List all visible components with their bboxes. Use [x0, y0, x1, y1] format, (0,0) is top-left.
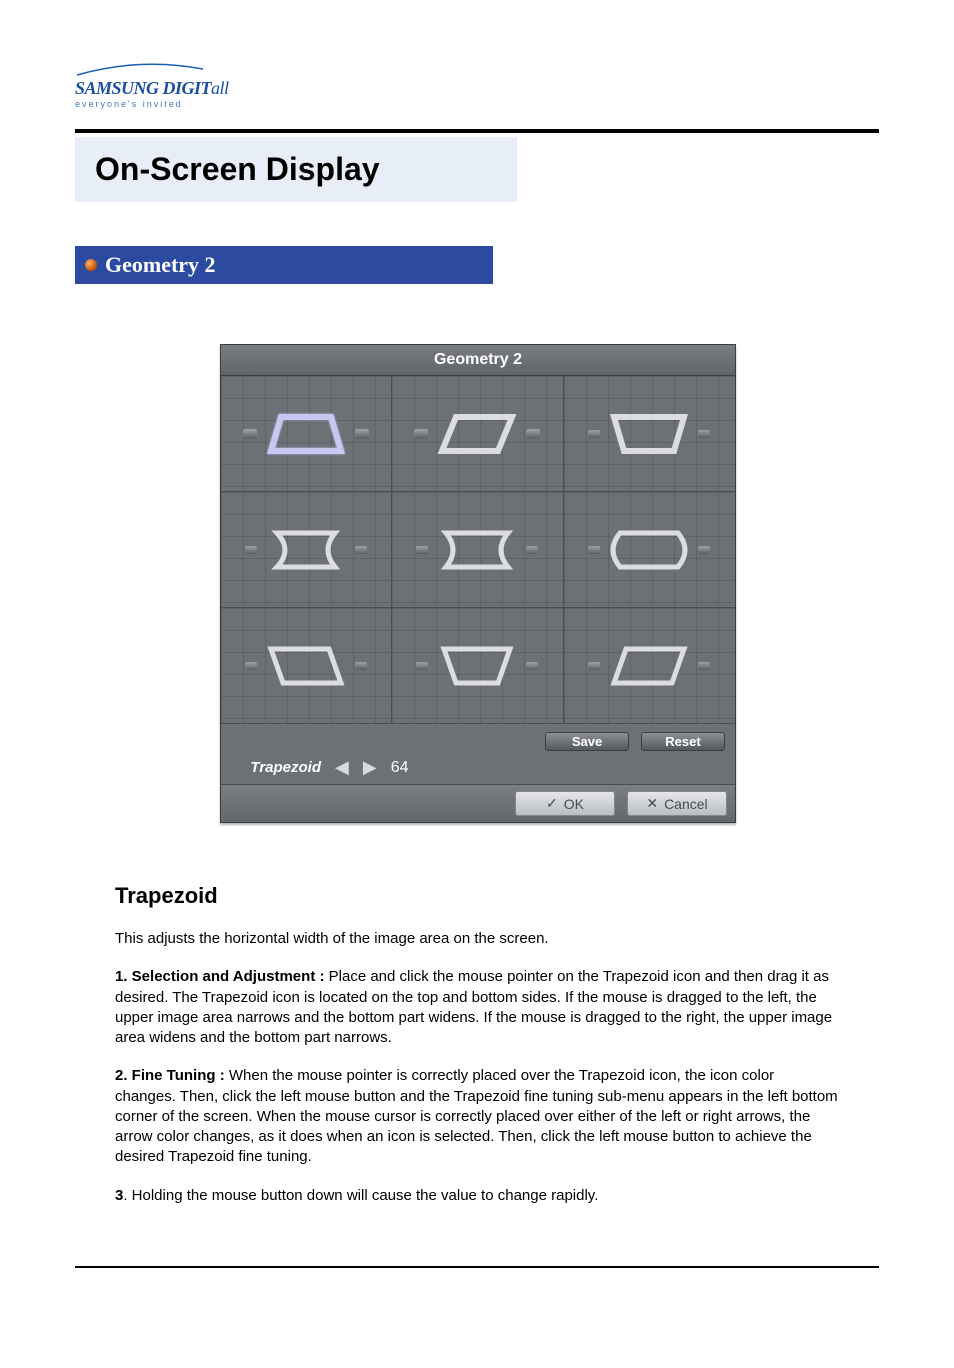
section-title: Geometry 2 [105, 252, 216, 278]
save-button[interactable]: Save [545, 732, 629, 751]
trap-bottom-right-icon [606, 641, 692, 691]
osd-title: Geometry 2 [221, 345, 735, 376]
pin-balance-right-icon [606, 525, 692, 575]
icon-trapezoid-reverse[interactable] [564, 376, 735, 492]
geometry-icon-grid [221, 376, 735, 724]
logo-tagline: everyone's invited [75, 99, 879, 109]
content-heading: Trapezoid [115, 883, 839, 909]
osd-controls: Save Reset Trapezoid 64 ✓ OK ✕ [221, 724, 735, 822]
p2-lead: 2. Fine Tuning : [115, 1067, 225, 1084]
trap-bottom-icon [434, 641, 520, 691]
logo-swoosh-icon [75, 63, 205, 77]
icon-trap-bottom-left[interactable] [221, 608, 392, 724]
drag-handle-icon [245, 662, 257, 670]
drag-handle-icon [526, 429, 540, 439]
icon-trap-bottom-right[interactable] [564, 608, 735, 724]
icon-trap-bottom[interactable] [392, 608, 563, 724]
pincushion-icon [434, 525, 520, 575]
reset-button[interactable]: Reset [641, 732, 725, 751]
drag-handle-icon [526, 662, 538, 670]
p3-body: . Holding the mouse button down will cau… [123, 1187, 598, 1204]
logo-text-main: SAMSUNG DIGIT [75, 78, 211, 98]
content-p2: 2. Fine Tuning : When the mouse pointer … [115, 1066, 839, 1167]
logo-text-tail: all [211, 78, 229, 98]
drag-handle-icon [588, 430, 600, 438]
icon-pin-balance-right[interactable] [564, 492, 735, 608]
increase-arrow-icon[interactable] [363, 757, 377, 778]
drag-handle-icon [355, 546, 367, 554]
page-title: On-Screen Display [95, 151, 497, 188]
icon-pincushion[interactable] [392, 492, 563, 608]
osd-panel: Geometry 2 [220, 344, 736, 823]
icon-trapezoid[interactable] [221, 376, 392, 492]
drag-handle-icon [698, 546, 710, 554]
divider-bottom [75, 1266, 879, 1268]
content-p1: 1. Selection and Adjustment : Place and … [115, 967, 839, 1048]
bullet-icon [85, 259, 97, 271]
page-title-bar: On-Screen Display [75, 137, 517, 202]
divider-top [75, 129, 879, 133]
ok-button[interactable]: ✓ OK [515, 791, 615, 816]
cancel-label: Cancel [664, 796, 708, 812]
trap-bottom-left-icon [263, 641, 349, 691]
drag-handle-icon [588, 546, 600, 554]
p1-lead: 1. Selection and Adjustment : [115, 968, 324, 985]
article-body: Trapezoid This adjusts the horizontal wi… [75, 883, 879, 1206]
content-p3: 3. Holding the mouse button down will ca… [115, 1186, 839, 1206]
trapezoid-reverse-icon [606, 409, 692, 459]
drag-handle-icon [414, 429, 428, 439]
drag-handle-icon [355, 429, 369, 439]
icon-parallelogram[interactable] [392, 376, 563, 492]
drag-handle-icon [243, 429, 257, 439]
check-icon: ✓ [546, 795, 558, 812]
drag-handle-icon [588, 662, 600, 670]
drag-handle-icon [698, 430, 710, 438]
brand-logo: SAMSUNG DIGITall everyone's invited [75, 60, 879, 109]
adjust-value: 64 [391, 759, 409, 777]
drag-handle-icon [698, 662, 710, 670]
pin-balance-left-icon [263, 525, 349, 575]
drag-handle-icon [355, 662, 367, 670]
drag-handle-icon [526, 546, 538, 554]
parallelogram-icon [434, 409, 520, 459]
icon-pin-balance-left[interactable] [221, 492, 392, 608]
drag-handle-icon [416, 546, 428, 554]
drag-handle-icon [416, 662, 428, 670]
adjust-label: Trapezoid [231, 759, 321, 776]
close-icon: ✕ [646, 795, 658, 812]
decrease-arrow-icon[interactable] [335, 757, 349, 778]
content-intro: This adjusts the horizontal width of the… [115, 929, 839, 949]
drag-handle-icon [245, 546, 257, 554]
cancel-button[interactable]: ✕ Cancel [627, 791, 727, 816]
trapezoid-icon [263, 409, 349, 459]
ok-label: OK [564, 796, 584, 812]
section-header: Geometry 2 [75, 246, 493, 284]
